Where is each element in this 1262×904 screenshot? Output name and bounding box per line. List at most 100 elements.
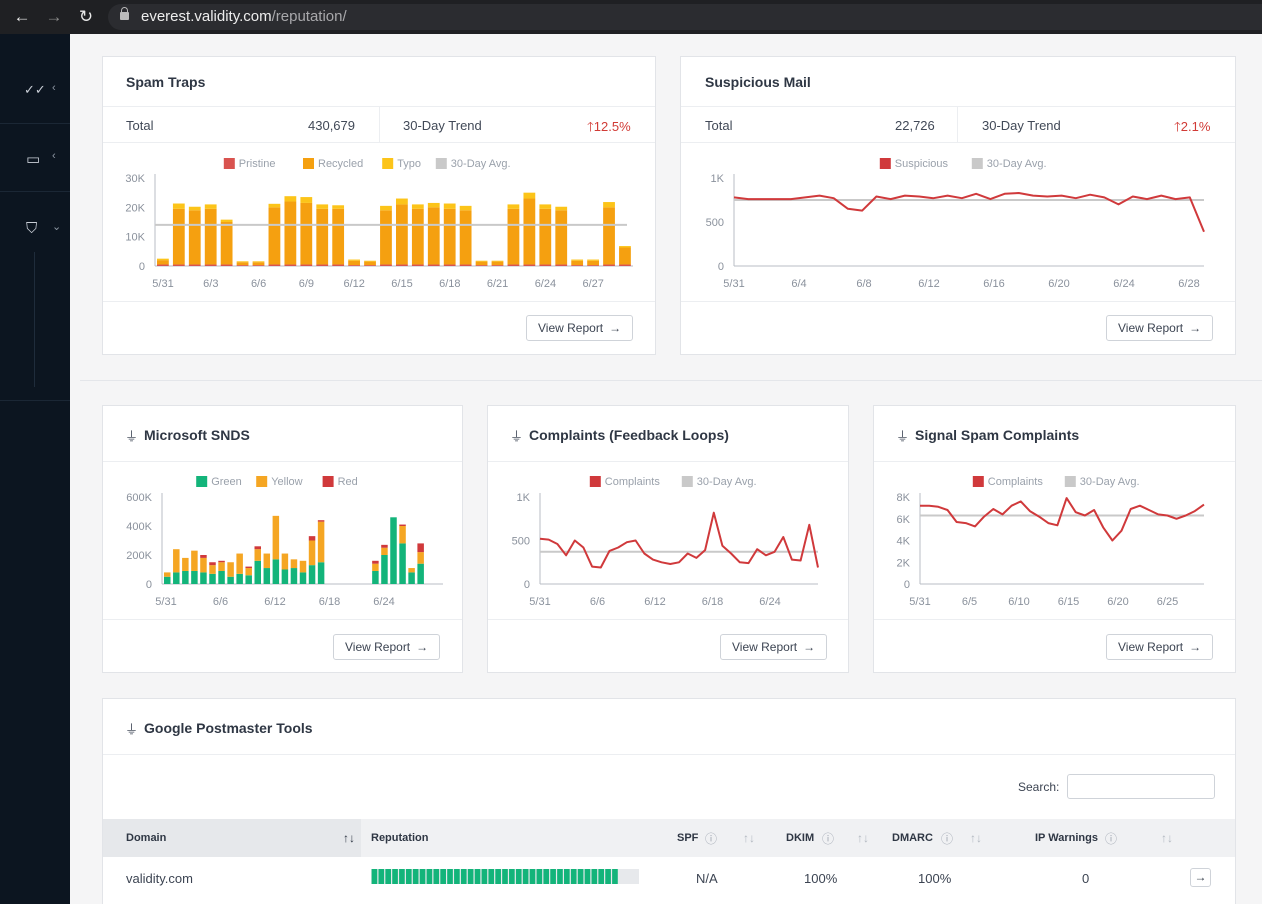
- sort-icon[interactable]: ↑↓: [857, 831, 869, 845]
- view-report-button[interactable]: View Report →: [526, 315, 634, 341]
- help-icon[interactable]: ⓘ: [1105, 830, 1117, 847]
- sort-icon[interactable]: ↑↓: [1161, 831, 1173, 845]
- reputation-segment: [378, 869, 385, 884]
- x-tick-label: 6/20: [1107, 596, 1128, 608]
- open-row-button[interactable]: →: [1190, 868, 1211, 887]
- card-title: Suspicious Mail: [705, 74, 811, 90]
- bar-red: [372, 560, 379, 564]
- domain-cell: validity.com: [126, 871, 193, 886]
- bar-pristine: [316, 264, 329, 266]
- bar-green: [381, 555, 388, 584]
- view-report-button[interactable]: View Report →: [1106, 634, 1214, 660]
- view-report-button[interactable]: View Report →: [720, 634, 828, 660]
- back-button[interactable]: ←: [8, 0, 36, 34]
- bar-pristine: [364, 265, 376, 266]
- stats-row: Total 430,679 30-Day Trend 🡑12.5%: [103, 107, 655, 143]
- column-dmarc[interactable]: DMARC: [892, 832, 933, 844]
- sidebar-item-reputation[interactable]: ⛉ ⌄: [0, 196, 70, 262]
- card-header: Spam Traps: [103, 57, 655, 107]
- x-tick-label: 5/31: [529, 596, 550, 608]
- bar-green: [272, 559, 280, 584]
- bar-typo: [603, 202, 615, 208]
- bar-green: [173, 572, 180, 584]
- sidebar: ✓✓ ‹ ▭ ‹ ⛉ ⌄: [0, 34, 70, 904]
- y-tick-label: 1K: [517, 492, 531, 504]
- column-dkim[interactable]: DKIM: [786, 832, 814, 844]
- sidebar-item-inbox[interactable]: ▭ ‹: [0, 126, 70, 192]
- help-icon[interactable]: ⓘ: [705, 830, 717, 847]
- x-tick-label: 6/28: [1178, 278, 1199, 290]
- address-bar[interactable]: everest.validity.com/reputation/: [108, 4, 1262, 30]
- bar-red: [200, 555, 207, 558]
- legend-label: Red: [338, 476, 358, 488]
- legend-label: Suspicious: [895, 158, 949, 170]
- y-tick-label: 1K: [711, 173, 725, 185]
- legend-label: 30-Day Avg.: [451, 158, 511, 170]
- legend-swatch: [435, 158, 447, 169]
- bar-red: [308, 536, 316, 541]
- bar-recycled: [332, 208, 345, 265]
- bar-recycled: [443, 208, 456, 265]
- bar-green: [317, 562, 325, 584]
- reputation-segment: [557, 869, 563, 884]
- bar-typo: [539, 204, 552, 209]
- bar-yellow: [317, 521, 325, 563]
- reputation-segment: [564, 869, 570, 884]
- sort-icon[interactable]: ↑↓: [743, 831, 755, 845]
- bar-green: [281, 569, 289, 584]
- table-row[interactable]: validity.com N/A 100% 100% 0 →: [103, 857, 1235, 897]
- bar-green: [182, 570, 189, 584]
- view-report-button[interactable]: View Report →: [333, 634, 441, 660]
- column-ip-warnings[interactable]: IP Warnings: [1035, 832, 1098, 844]
- bar-yellow: [381, 547, 388, 555]
- bar-yellow: [173, 549, 180, 573]
- bar-green: [390, 517, 397, 584]
- bar-yellow: [308, 540, 316, 566]
- help-icon[interactable]: ⓘ: [941, 830, 953, 847]
- reload-button[interactable]: ↻: [72, 0, 100, 34]
- search-input[interactable]: [1067, 774, 1215, 799]
- reputation-segment: [529, 869, 536, 884]
- y-tick-label: 0: [524, 579, 530, 591]
- reputation-segment: [440, 869, 446, 884]
- help-icon[interactable]: ⓘ: [822, 830, 834, 847]
- reputation-segment: [405, 869, 412, 884]
- bar-recycled: [587, 260, 599, 266]
- card-title: Complaints (Feedback Loops): [529, 427, 729, 443]
- plug-icon: ⏚: [125, 722, 139, 737]
- legend-label: Yellow: [271, 476, 302, 488]
- sidebar-item-checks[interactable]: ✓✓ ‹: [0, 58, 70, 124]
- bar-typo: [619, 246, 631, 248]
- bar-yellow: [417, 552, 424, 564]
- x-tick-label: 6/24: [759, 596, 780, 608]
- column-domain[interactable]: Domain: [126, 832, 166, 844]
- sort-icon[interactable]: ↑↓: [970, 831, 982, 845]
- card-title: Google Postmaster Tools: [144, 720, 313, 736]
- reputation-segment: [536, 869, 543, 884]
- reputation-segment: [419, 869, 426, 884]
- reputation-segment: [371, 869, 378, 884]
- stats-divider: [379, 107, 380, 143]
- trend-percent: 12.5%: [593, 119, 631, 134]
- forward-button[interactable]: →: [40, 0, 68, 34]
- bar-green: [399, 543, 406, 584]
- button-label: View Report: [732, 640, 798, 654]
- x-tick-label: 6/15: [1058, 596, 1079, 608]
- bar-yellow: [299, 560, 307, 573]
- view-report-button[interactable]: View Report →: [1106, 315, 1214, 341]
- reputation-segment: [502, 869, 508, 884]
- sort-asc-icon[interactable]: ↑↓: [343, 831, 355, 845]
- legend-swatch: [972, 476, 984, 487]
- bar-typo: [555, 206, 568, 211]
- column-spf[interactable]: SPF: [677, 832, 698, 844]
- bar-typo: [332, 205, 345, 209]
- bar-recycled: [188, 210, 201, 265]
- bar-pristine: [603, 264, 615, 266]
- bar-pristine: [236, 265, 249, 266]
- bar-green: [191, 570, 198, 584]
- y-tick-label: 0: [139, 261, 145, 273]
- series-line: [920, 497, 1205, 542]
- column-reputation[interactable]: Reputation: [371, 832, 428, 844]
- bar-recycled: [555, 210, 568, 265]
- bar-recycled: [268, 207, 281, 265]
